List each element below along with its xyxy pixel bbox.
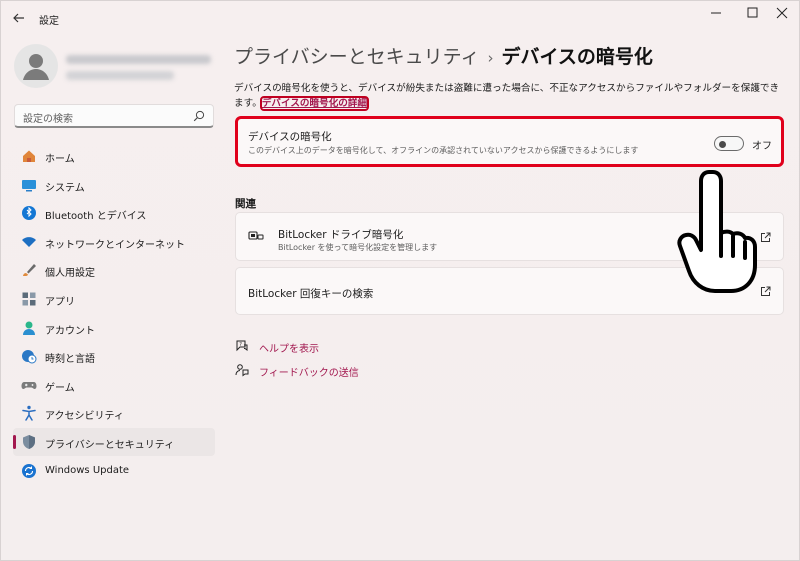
page-title: デバイスの暗号化 <box>501 46 653 68</box>
search-placeholder: 設定の検索 <box>23 114 73 125</box>
globe-clock-icon <box>21 348 37 364</box>
svg-text:?: ? <box>239 342 242 348</box>
account-icon <box>21 320 37 336</box>
sidebar-item-privacy-security[interactable]: プライバシーとセキュリティ <box>13 427 215 456</box>
encryption-title: デバイスの暗号化 <box>248 131 332 143</box>
breadcrumb-parent[interactable]: プライバシーとセキュリティ <box>234 46 479 68</box>
sidebar-item-bluetooth[interactable]: Bluetooth とデバイス <box>13 199 215 227</box>
sidebar-item-gaming[interactable]: ゲーム <box>13 371 215 399</box>
wifi-icon <box>21 234 37 250</box>
recovery-title: BitLocker 回復キーの検索 <box>248 288 374 300</box>
minimize-icon[interactable] <box>703 5 729 21</box>
feedback-link[interactable]: フィードバックの送信 <box>259 364 359 379</box>
device-encryption-card: デバイスの暗号化 このデバイス上のデータを暗号化して、オフラインの承認されていな… <box>235 116 784 167</box>
selected-indicator <box>13 434 16 449</box>
sidebar-item-system[interactable]: システム <box>13 171 215 199</box>
update-icon <box>21 463 37 479</box>
sidebar-item-time-language[interactable]: 時刻と言語 <box>13 342 215 370</box>
search-input[interactable]: 設定の検索 <box>14 104 214 128</box>
back-arrow-icon[interactable] <box>11 10 27 26</box>
search-icon <box>193 110 205 122</box>
bluetooth-icon <box>21 205 37 221</box>
system-icon <box>21 177 37 193</box>
toggle-state-label: オフ <box>752 141 772 152</box>
sidebar-item-accounts[interactable]: アカウント <box>13 314 215 342</box>
encryption-subtitle: このデバイス上のデータを暗号化して、オフラインの承認されていないアクセスから保護… <box>248 146 639 155</box>
sidebar-item-network[interactable]: ネットワークとインターネット <box>13 228 215 256</box>
sidebar-item-personalization[interactable]: 個人用設定 <box>13 256 215 284</box>
page-description: デバイスの暗号化を使うと、デバイスが紛失または盗難に遭った場合に、不正なアクセス… <box>234 81 784 111</box>
user-profile[interactable] <box>14 44 214 90</box>
help-icon: ? <box>235 339 249 353</box>
key-drive-icon <box>248 230 264 242</box>
blurred-user-email <box>66 71 174 80</box>
feedback-icon <box>235 363 249 377</box>
related-heading: 関連 <box>235 198 256 210</box>
home-icon <box>21 148 37 164</box>
brush-icon <box>21 262 37 278</box>
learn-more-link[interactable]: デバイスの暗号化の詳細 <box>259 96 370 111</box>
app-title: 設定 <box>39 16 59 27</box>
bitlocker-subtitle: BitLocker を使って暗号化設定を管理します <box>278 243 438 252</box>
sidebar-item-home[interactable]: ホーム <box>13 142 215 170</box>
settings-window: 設定 設定の検索 ホーム システム Bluetooth とデバイス ネットワーク… <box>0 0 800 561</box>
gamepad-icon <box>21 377 37 393</box>
encryption-toggle[interactable] <box>714 136 744 151</box>
maximize-icon[interactable] <box>739 5 765 21</box>
blurred-user-name <box>66 55 211 64</box>
sidebar-nav: ホーム システム Bluetooth とデバイス ネットワークとインターネット … <box>13 142 215 485</box>
breadcrumb: プライバシーとセキュリティ › デバイスの暗号化 <box>234 42 653 69</box>
title-bar: 設定 <box>1 1 800 33</box>
sidebar-item-apps[interactable]: アプリ <box>13 285 215 313</box>
shield-icon <box>21 434 37 450</box>
pointing-hand-icon <box>665 164 765 294</box>
toggle-knob <box>719 140 726 148</box>
bitlocker-title: BitLocker ドライブ暗号化 <box>278 229 404 241</box>
sidebar-item-accessibility[interactable]: アクセシビリティ <box>13 399 215 427</box>
accessibility-icon <box>21 405 37 422</box>
breadcrumb-separator: › <box>487 49 494 67</box>
help-link[interactable]: ヘルプを表示 <box>259 340 319 355</box>
sidebar-item-windows-update[interactable]: Windows Update <box>13 457 215 485</box>
apps-icon <box>21 291 37 307</box>
close-icon[interactable] <box>769 5 795 21</box>
avatar <box>14 44 58 88</box>
